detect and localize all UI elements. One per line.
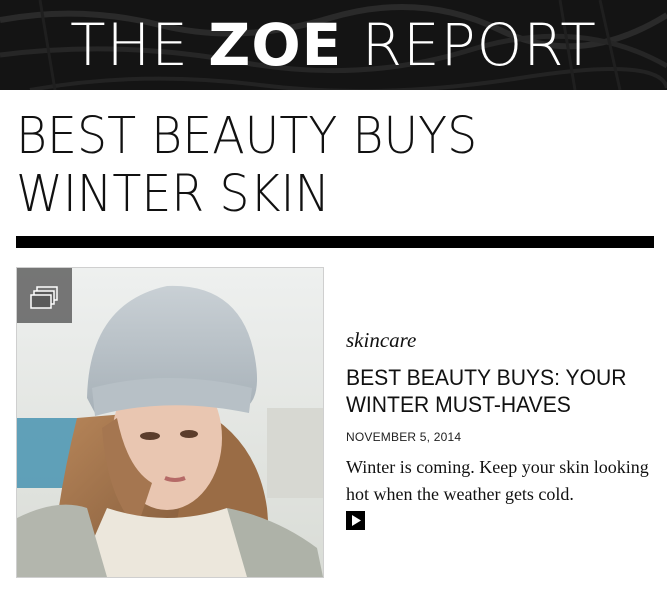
- play-icon: [352, 515, 361, 526]
- article-summary: Winter is coming. Keep your skin looking…: [346, 454, 661, 508]
- page-title-line-1: BEST BEAUTY BUYS: [16, 107, 478, 166]
- title-divider: [16, 236, 654, 248]
- gallery-badge[interactable]: [17, 268, 72, 323]
- article-thumbnail[interactable]: [16, 267, 324, 578]
- article-category[interactable]: skincare: [346, 328, 416, 353]
- article-date: NOVEMBER 5, 2014: [346, 430, 462, 444]
- gallery-stack-icon: [30, 286, 58, 309]
- masthead: THE ZOE REPORT: [0, 0, 667, 90]
- article-headline[interactable]: BEST BEAUTY BUYS: YOUR WINTER MUST-HAVES: [346, 364, 634, 418]
- logo-part-zoe: ZOE: [208, 11, 343, 79]
- article-headline-line-2: WINTER MUST-HAVES: [346, 392, 571, 417]
- logo-part-the: THE: [70, 11, 209, 79]
- article-summary-line-2: hot when the weather gets cold.: [346, 484, 574, 504]
- article-headline-line-1: BEST BEAUTY BUYS: YOUR: [346, 365, 627, 390]
- article-summary-line-1: Winter is coming. Keep your skin looking: [346, 457, 649, 477]
- site-logo[interactable]: THE ZOE REPORT: [0, 10, 667, 80]
- page-title: BEST BEAUTY BUYS WINTER SKIN: [16, 108, 611, 224]
- play-button[interactable]: [346, 511, 365, 530]
- page-title-line-2: WINTER SKIN: [16, 165, 331, 224]
- logo-part-report: REPORT: [342, 11, 597, 79]
